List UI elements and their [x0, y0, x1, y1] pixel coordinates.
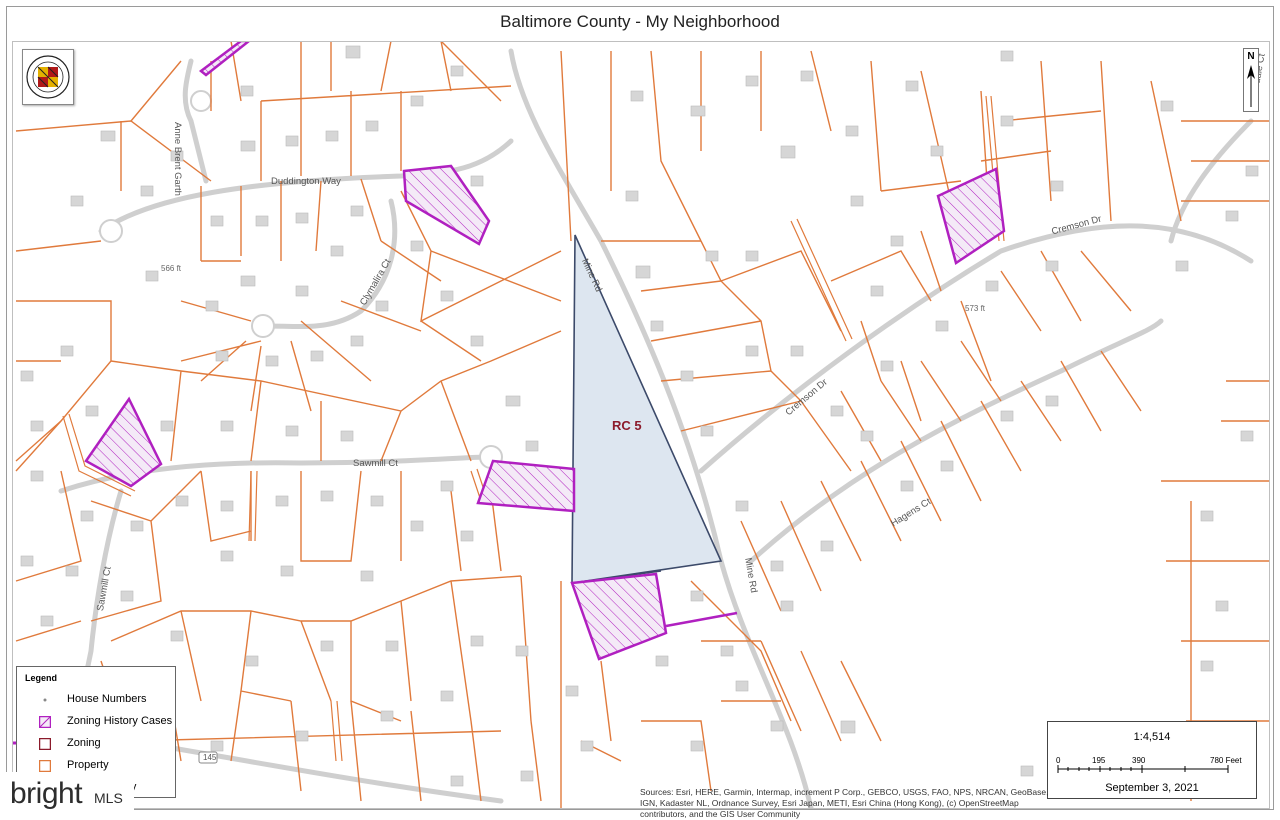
culdesac-clymalira: [251, 314, 275, 338]
map-title: Baltimore County - My Neighborhood: [500, 12, 780, 31]
legend-item-zoning: Zoning: [17, 735, 175, 755]
legend-item-house-numbers: House Numbers: [17, 691, 175, 711]
road-cremson: [698, 223, 1254, 474]
county-seal-logo: [22, 49, 74, 105]
scale-date: September 3, 2021: [1105, 782, 1199, 794]
legend-item-zoning-history: Zoning History Cases: [17, 713, 175, 733]
culdesac-anne: [190, 90, 212, 112]
legend-label: Zoning: [67, 737, 101, 749]
bright-mls-watermark: bright MLS: [0, 772, 134, 817]
route-number: 145: [203, 753, 217, 762]
legend-label: House Numbers: [67, 693, 147, 705]
legend-title: Legend: [25, 673, 58, 683]
elevation-label-2: 573 ft: [965, 304, 986, 313]
zoning-case-edge: [665, 611, 738, 628]
legend-label: Property: [67, 759, 109, 771]
north-arrow-icon: N: [1243, 48, 1259, 112]
road-label-duddington: Duddington Way: [271, 176, 341, 187]
road-brodale: [1168, 118, 1254, 244]
legend-label: Zoning History Cases: [67, 715, 173, 727]
road-label-sawmill: Sawmill Ct: [353, 458, 398, 469]
road-cremson-lower: [748, 318, 1164, 564]
watermark-brand: bright: [10, 777, 83, 810]
scale-box: 1:4,514 0 195 390 780 Feet September 3, …: [1047, 721, 1257, 799]
watermark-suffix: MLS: [94, 790, 123, 806]
outline-square-icon: [39, 738, 51, 750]
road-label-anne-brent: Anne Brent Garth: [172, 122, 183, 196]
outline-square-icon: [39, 760, 51, 772]
road-anne-brent: [182, 58, 209, 184]
road-145: [128, 738, 504, 804]
road-clymalira: [263, 198, 398, 330]
culdesac-duddington: [99, 219, 123, 243]
hatched-square-icon: [39, 716, 51, 728]
elevation-label-1: 566 ft: [161, 264, 182, 273]
map-canvas[interactable]: Duddington Way Anne Brent Garth Clymalir…: [12, 41, 1270, 809]
dot-icon: [43, 698, 47, 702]
zoning-label: RC 5: [612, 418, 642, 433]
attribution-text: Sources: Esri, HERE, Garmin, Intermap, i…: [640, 787, 1049, 819]
